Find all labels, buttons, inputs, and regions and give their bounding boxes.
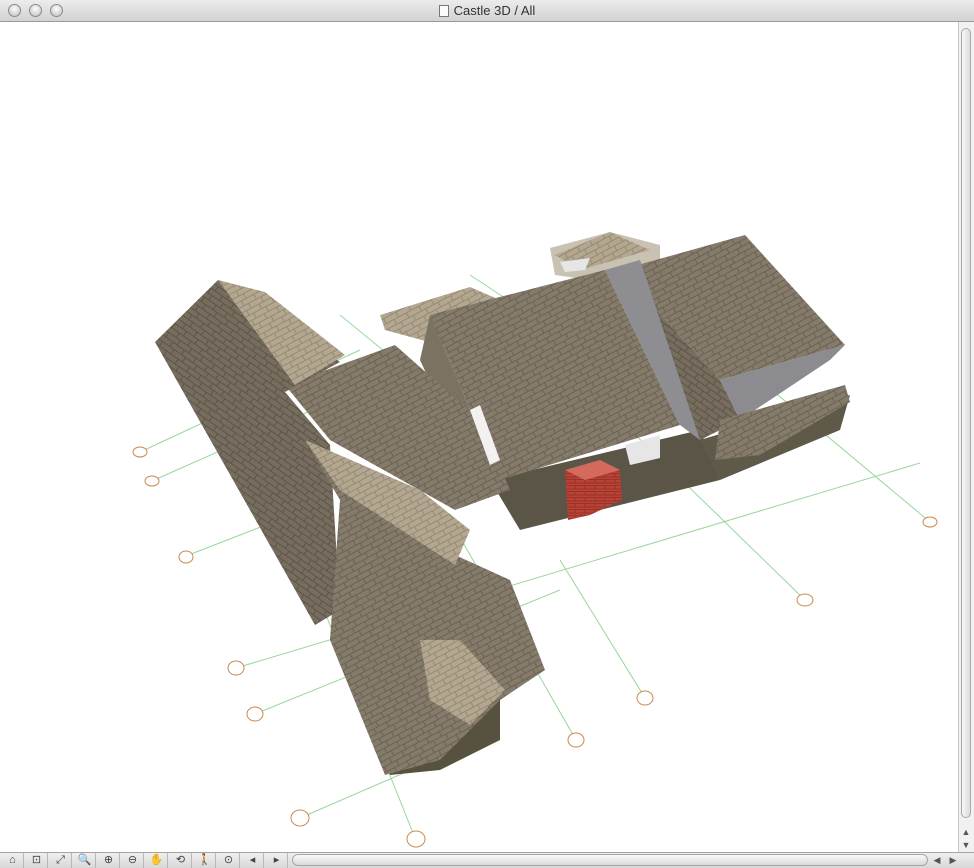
bottom-toolbar: ⌂ ⊡ ⤢ 🔍 ⊕ ⊖ ✋ ⟲ 🚶 ⊙ ◂ ▸ ◀ ▶ — [0, 852, 974, 868]
pan-icon[interactable]: ✋ — [146, 853, 168, 868]
scroll-left-arrow[interactable]: ◀ — [930, 855, 944, 866]
scroll-down-arrow[interactable]: ▼ — [959, 840, 973, 851]
title-bar: Castle 3D / All — [0, 0, 974, 22]
zoom-window-icon[interactable]: ⊡ — [26, 853, 48, 868]
next-zoom-icon[interactable]: ▸ — [266, 853, 288, 868]
window-title-text: Castle 3D / All — [453, 3, 536, 18]
fit-in-window-icon[interactable]: ⊙ — [218, 853, 240, 868]
vertical-scroll-thumb[interactable] — [961, 28, 971, 818]
3d-model-render — [132, 232, 938, 848]
window-title: Castle 3D / All — [0, 3, 974, 18]
orbit-icon[interactable]: ⟲ — [170, 853, 192, 868]
zoom-in-icon[interactable]: ⊕ — [98, 853, 120, 868]
document-icon — [438, 5, 449, 17]
3d-view-icon[interactable]: ⌂ — [2, 853, 24, 868]
fit-icon[interactable]: ⤢ — [50, 853, 72, 868]
scroll-up-arrow[interactable]: ▲ — [959, 827, 973, 838]
vertical-scrollbar[interactable]: ▲ ▼ — [958, 22, 974, 852]
walk-icon[interactable]: 🚶 — [194, 853, 216, 868]
previous-zoom-icon[interactable]: ◂ — [242, 853, 264, 868]
zoom-step-icon[interactable]: 🔍 — [74, 853, 96, 868]
zoom-out-icon[interactable]: ⊖ — [122, 853, 144, 868]
horizontal-scrollbar[interactable] — [292, 854, 928, 866]
3d-viewport[interactable] — [0, 22, 958, 852]
scroll-right-arrow[interactable]: ▶ — [946, 855, 960, 866]
